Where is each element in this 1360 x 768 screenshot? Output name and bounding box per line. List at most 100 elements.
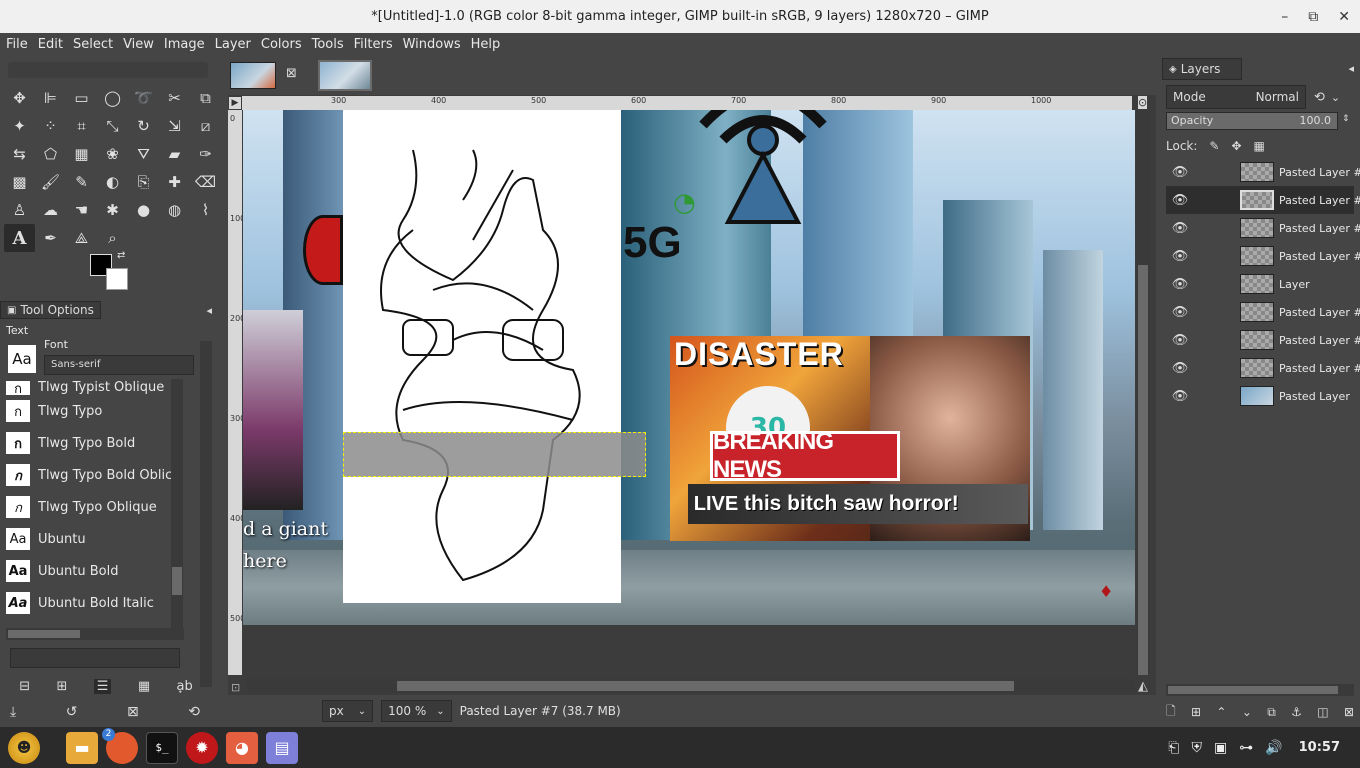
zoom-select[interactable]: 100 % ⌄ (381, 700, 452, 722)
new-group-icon[interactable]: ⊞ (1191, 705, 1201, 719)
warp-icon[interactable]: ❀ (97, 140, 128, 168)
navigate-icon[interactable]: ◭ (1138, 679, 1148, 694)
fuzzy-select-icon[interactable]: ✦ (4, 112, 35, 140)
opacity-spin-icon[interactable]: ⇕ (1342, 114, 1350, 124)
menu-windows[interactable]: Windows (403, 37, 461, 52)
paths-icon[interactable]: ⌇ (190, 196, 221, 224)
minimize-button[interactable]: – (1281, 9, 1288, 25)
menu-layer[interactable]: Layer (215, 37, 251, 52)
visibility-eye-icon[interactable]: 👁 (1166, 193, 1194, 208)
add-icon[interactable]: ⊞ (56, 679, 67, 694)
new-layer-icon[interactable]: 🗋 (1166, 702, 1176, 723)
smudge-icon[interactable]: ☚ (66, 196, 97, 224)
start-menu-icon[interactable]: ☻ (8, 731, 40, 764)
perspective-clone-icon[interactable]: ♙ (4, 196, 35, 224)
shield-icon[interactable]: ⛨ (1191, 740, 1202, 756)
panel-menu-icon[interactable]: ◂ (206, 304, 212, 317)
reset-icon[interactable]: ⟲ (188, 704, 200, 720)
gimp-icon[interactable]: ◕ (226, 731, 258, 764)
save-preset-icon[interactable]: ⤓ (10, 704, 16, 720)
visibility-eye-icon[interactable]: 👁 (1166, 333, 1194, 348)
scroll-thumb[interactable] (172, 567, 182, 595)
scissors-icon[interactable]: ✂ (159, 84, 190, 112)
image-tab-active-thumbnail[interactable] (318, 60, 372, 91)
menu-image[interactable]: Image (164, 37, 205, 52)
paintbrush-icon[interactable]: 🖌 (35, 168, 66, 196)
eraser-icon[interactable]: ⌫ (190, 168, 221, 196)
menu-tools[interactable]: Tools (312, 37, 344, 52)
font-sample-icon[interactable]: a͎b (177, 679, 193, 694)
visibility-eye-icon[interactable]: 👁 (1166, 221, 1194, 236)
rect-select-icon[interactable]: ▭ (66, 84, 97, 112)
swap-colors-icon[interactable]: ⇄ (117, 250, 125, 261)
chevron-down-icon[interactable]: ⌄ (1331, 91, 1340, 104)
anchor-layer-icon[interactable]: ⚓ (1291, 705, 1302, 719)
volume-icon[interactable]: 🔊 (1265, 740, 1282, 756)
delete-preset-icon[interactable]: ⊠ (127, 704, 139, 720)
vertical-ruler[interactable]: 0 100 200 300 400 500 (228, 110, 245, 675)
menu-help[interactable]: Help (471, 37, 501, 52)
visibility-eye-icon[interactable]: 👁 (1166, 165, 1194, 180)
pencil-icon[interactable]: ✎ (66, 168, 97, 196)
font-row[interactable]: ก Tlwg Typo Bold (6, 427, 186, 459)
menu-file[interactable]: File (6, 37, 28, 52)
visibility-eye-icon[interactable]: 👁 (1166, 389, 1194, 404)
remove-icon[interactable]: ⊟ (19, 679, 30, 694)
quick-mask-toggle-icon[interactable]: ▶ (229, 97, 241, 109)
restore-preset-icon[interactable]: ↺ (66, 704, 78, 720)
duplicate-layer-icon[interactable]: ⧉ (1267, 705, 1276, 720)
font-entry-field[interactable]: Sans-serif (44, 355, 194, 375)
font-list-hscrollbar[interactable] (6, 628, 184, 640)
layers-hscrollbar[interactable] (1166, 684, 1354, 696)
panel-vscrollbar[interactable] (200, 341, 212, 687)
reset-mode-icon[interactable]: ⟲ (1314, 90, 1325, 105)
cage-icon[interactable]: ▦ (66, 140, 97, 168)
gradient-icon[interactable]: ▰ (159, 140, 190, 168)
close-button[interactable]: ✕ (1338, 9, 1350, 25)
move-tool-icon[interactable]: ✥ (4, 84, 35, 112)
layer-row[interactable]: 👁 Layer (1166, 270, 1354, 298)
lower-layer-icon[interactable]: ⌄ (1242, 705, 1252, 719)
scroll-thumb[interactable] (397, 681, 1014, 691)
layers-tab[interactable]: ◈ Layers (1162, 58, 1242, 80)
canvas-vscrollbar[interactable] (1136, 110, 1150, 675)
visibility-eye-icon[interactable]: 👁 (1166, 361, 1194, 376)
delete-layer-icon[interactable]: ⊠ (1344, 705, 1354, 719)
dodge-icon[interactable]: ✱ (97, 196, 128, 224)
mask-icon[interactable]: ◫ (1317, 705, 1328, 719)
restore-button[interactable]: ⧉ (1308, 9, 1318, 25)
close-tab-icon[interactable]: ⊠ (286, 66, 297, 81)
crop-icon[interactable]: ⌗ (66, 112, 97, 140)
layer-row[interactable]: 👁 Pasted Layer # (1166, 242, 1360, 270)
files-icon[interactable]: ▬ (66, 731, 98, 764)
layer-row[interactable]: 👁 Pasted Layer # (1166, 354, 1360, 382)
font-row[interactable]: ก Tlwg Typo (6, 395, 186, 427)
network-icon[interactable]: ⊶ (1239, 740, 1253, 756)
blur-icon[interactable]: ☁ (35, 196, 66, 224)
layer-row[interactable]: 👁 Pasted Layer (1166, 382, 1354, 410)
scroll-thumb[interactable] (8, 630, 80, 638)
unit-select[interactable]: px ⌄ (322, 700, 374, 722)
unified-transform-icon[interactable]: ⤡ (97, 112, 128, 140)
font-row[interactable]: Aa Ubuntu Bold (6, 555, 186, 587)
heal-icon[interactable]: ✚ (159, 168, 190, 196)
mypaint-icon[interactable]: ▩ (4, 168, 35, 196)
background-color-swatch[interactable] (106, 268, 128, 290)
color-select-icon[interactable]: ⁘ (35, 112, 66, 140)
text-tool-icon[interactable]: A (4, 224, 35, 252)
image-canvas[interactable]: d a giant here 5G ◔ DISASTER 30 BREAKING… (243, 110, 1135, 625)
horizontal-ruler[interactable]: 300 400 500 600 700 800 900 1000 (242, 96, 1132, 110)
text-editor-icon[interactable]: ▤ (266, 731, 298, 764)
perspective-icon[interactable]: ⬠ (35, 140, 66, 168)
zoom-image-icon[interactable]: ⊙ (1138, 96, 1148, 109)
list-view-icon[interactable]: ☰ (93, 678, 112, 694)
font-row[interactable]: Aa Ubuntu Bold Italic (6, 587, 186, 619)
raise-layer-icon[interactable]: ⌃ (1216, 705, 1226, 719)
airbrush-icon[interactable]: ◐ (97, 168, 128, 196)
measure-icon[interactable]: ◍ (159, 196, 190, 224)
layer-row[interactable]: 👁 Pasted Layer # (1166, 214, 1360, 242)
rotate-icon[interactable]: ↻ (128, 112, 159, 140)
grid-view-icon[interactable]: ▦ (138, 679, 150, 694)
color-picker-icon[interactable]: ✒ (35, 224, 66, 252)
font-row[interactable]: ก Tlwg Typo Bold Oblic (6, 459, 186, 491)
